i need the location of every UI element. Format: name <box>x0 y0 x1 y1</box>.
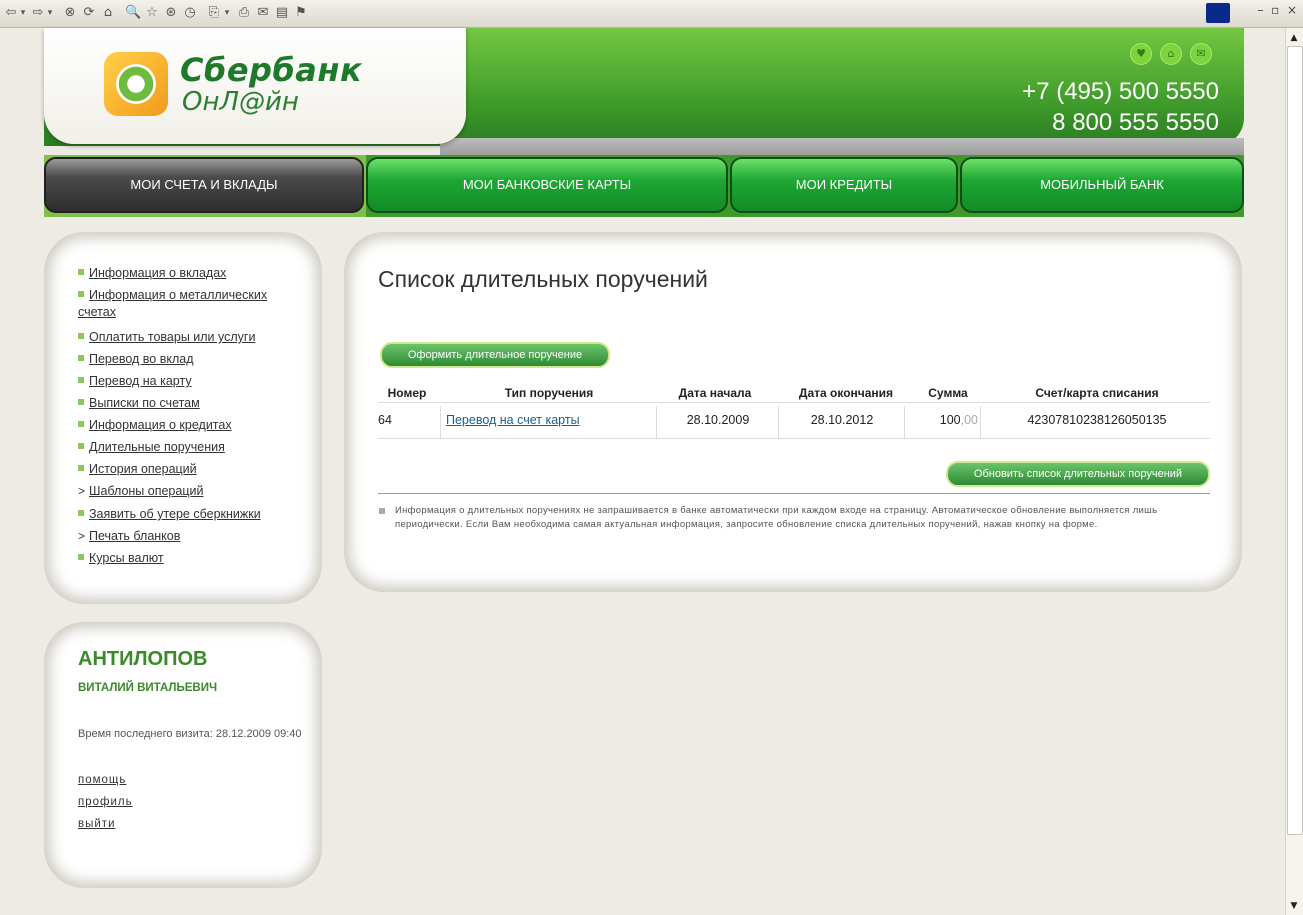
browser-toolbar: ⇦ ▾ ⇨ ▾ ⊗ ⟳ ⌂ 🔍 ☆ ⊛ ◷ ⎘ ▾ ⎙ ✉ ▤ ⚑ – ▫ × <box>0 0 1303 28</box>
sidebar-item-standing-orders[interactable]: Длительные поручения <box>78 439 225 456</box>
home-icon[interactable]: ⌂ <box>1160 43 1182 65</box>
mail-icon[interactable]: ✉ <box>1190 43 1212 65</box>
history-icon[interactable]: ◷ <box>182 4 198 22</box>
mail-icon[interactable]: ✉ <box>255 4 271 22</box>
sidebar-item-pay-goods[interactable]: Оплатить товары или услуги <box>78 329 255 346</box>
profile-link[interactable]: профиль <box>78 796 133 808</box>
tab-bank-cards[interactable]: МОИ БАНКОВСКИЕ КАРТЫ <box>366 157 728 213</box>
bullet-icon <box>78 355 84 361</box>
table-header: Номер Тип поручения Дата начала Дата око… <box>378 380 1210 403</box>
favorites-icon[interactable]: ☆ <box>144 4 160 22</box>
logo-subtitle: ОнЛ@йн <box>182 87 299 117</box>
chevron-right-icon: > <box>78 484 86 498</box>
logo-emblem <box>116 64 156 104</box>
phone-number-free: 8 800 555 5550 <box>1052 109 1219 136</box>
row-amount: 100,00 <box>908 413 978 427</box>
forward-icon[interactable]: ⇨ <box>31 4 45 22</box>
media-icon[interactable]: ⊛ <box>163 4 179 22</box>
last-visit-info: Время последнего визита: 28.12.2009 09:4… <box>78 728 302 740</box>
column-header-type: Тип поручения <box>504 386 594 400</box>
print-icon[interactable]: ⎙ <box>236 4 252 22</box>
scroll-up-icon[interactable]: ▲ <box>1287 30 1301 46</box>
bullet-icon <box>78 291 84 297</box>
messenger-icon[interactable]: ⚑ <box>293 4 309 22</box>
bullet-icon <box>78 465 84 471</box>
sidebar-item-exchange-rates[interactable]: Курсы валют <box>78 550 164 567</box>
sidebar-item-loans-info[interactable]: Информация о кредитах <box>78 417 232 434</box>
sidebar-item-print-forms[interactable]: > Печать бланков <box>78 528 180 545</box>
home-icon[interactable]: ⌂ <box>100 4 116 22</box>
sidebar-item-statements[interactable]: Выписки по счетам <box>78 395 200 412</box>
logo-name: Сбербанк <box>180 51 363 89</box>
scrollbar-thumb[interactable] <box>1287 46 1303 835</box>
column-header-amount: Сумма <box>928 386 968 400</box>
discuss-icon[interactable]: ▤ <box>274 4 290 22</box>
page-title: Список длительных поручений <box>378 266 708 292</box>
sidebar-item-transfer-card[interactable]: Перевод на карту <box>78 373 192 390</box>
user-last-name: АНТИЛОПОВ <box>78 648 208 670</box>
sidebar-item-transfer-deposit[interactable]: Перевод во вклад <box>78 351 194 368</box>
bullet-icon <box>78 510 84 516</box>
column-divider <box>440 406 441 438</box>
stop-icon[interactable]: ⊗ <box>62 4 78 22</box>
column-divider <box>980 406 981 438</box>
chevron-right-icon: > <box>78 529 86 543</box>
bullet-icon <box>78 377 84 383</box>
amount-main: 100 <box>939 413 961 427</box>
column-header-end-date: Дата окончания <box>798 386 894 400</box>
bullet-icon <box>78 554 84 560</box>
bullet-icon <box>78 421 84 427</box>
bullet-icon <box>78 443 84 449</box>
tab-mobile-bank[interactable]: МОБИЛЬНЫЙ БАНК <box>960 157 1244 213</box>
forward-dropdown-icon[interactable]: ▾ <box>45 4 55 22</box>
sidebar-item-templates[interactable]: > Шаблоны операций <box>78 483 203 500</box>
refresh-list-button[interactable]: Обновить список длительных поручений <box>946 461 1210 487</box>
user-first-name: ВИТАЛИЙ ВИТАЛЬЕВИЧ <box>78 682 218 694</box>
row-order-type-link[interactable]: Перевод на счет карты <box>446 413 646 427</box>
sidebar-item-deposits-info[interactable]: Информация о вкладах <box>78 265 226 282</box>
scroll-down-icon[interactable]: ▼ <box>1287 898 1301 914</box>
create-standing-order-button[interactable]: Оформить длительное поручение <box>380 342 610 368</box>
column-header-start-date: Дата начала <box>678 386 752 400</box>
divider <box>378 493 1210 494</box>
amount-cents: ,00 <box>960 413 978 427</box>
column-header-number: Номер <box>387 386 427 400</box>
sidebar-item-history[interactable]: История операций <box>78 461 197 478</box>
bullet-icon <box>78 269 84 275</box>
sidebar-item-metal-accounts[interactable]: Информация о металлических счетах <box>78 287 298 321</box>
windows-logo-icon <box>1206 3 1230 23</box>
phone-number-moscow: +7 (495) 500 5550 <box>1022 78 1219 105</box>
tab-loans[interactable]: МОИ КРЕДИТЫ <box>730 157 958 213</box>
search-icon[interactable]: 🔍 <box>125 4 141 22</box>
header-grey-strip <box>440 138 1244 156</box>
back-dropdown-icon[interactable]: ▾ <box>18 4 28 22</box>
bullet-icon <box>78 399 84 405</box>
bullet-icon <box>78 333 84 339</box>
column-header-account: Счет/карта списания <box>1035 386 1159 400</box>
back-icon[interactable]: ⇦ <box>4 4 18 22</box>
help-link[interactable]: помощь <box>78 774 126 786</box>
logout-link[interactable]: выйти <box>78 818 116 830</box>
refresh-icon[interactable]: ⟳ <box>81 4 97 22</box>
edit-icon[interactable]: ⎘ <box>206 4 222 22</box>
row-account-number: 42307810238126050135 <box>1027 413 1167 427</box>
row-number: 64 <box>378 413 392 427</box>
row-start-date: 28.10.2009 <box>686 413 750 427</box>
bullet-icon <box>379 508 385 514</box>
column-divider <box>904 406 905 438</box>
window-controls[interactable]: – ▫ × <box>1258 3 1297 17</box>
heart-icon[interactable]: ♥ <box>1130 43 1152 65</box>
table-row: 64 Перевод на счет карты 28.10.2009 28.1… <box>378 406 1210 439</box>
column-divider <box>778 406 779 438</box>
sidebar-item-lost-passbook[interactable]: Заявить об утере сберкнижки <box>78 506 261 523</box>
column-divider <box>656 406 657 438</box>
info-note: Информация о длительных поручениях не за… <box>395 505 1158 530</box>
tab-accounts-deposits[interactable]: МОИ СЧЕТА И ВКЛАДЫ <box>44 157 364 213</box>
row-end-date: 28.10.2012 <box>810 413 874 427</box>
edit-dropdown-icon[interactable]: ▾ <box>222 4 232 22</box>
